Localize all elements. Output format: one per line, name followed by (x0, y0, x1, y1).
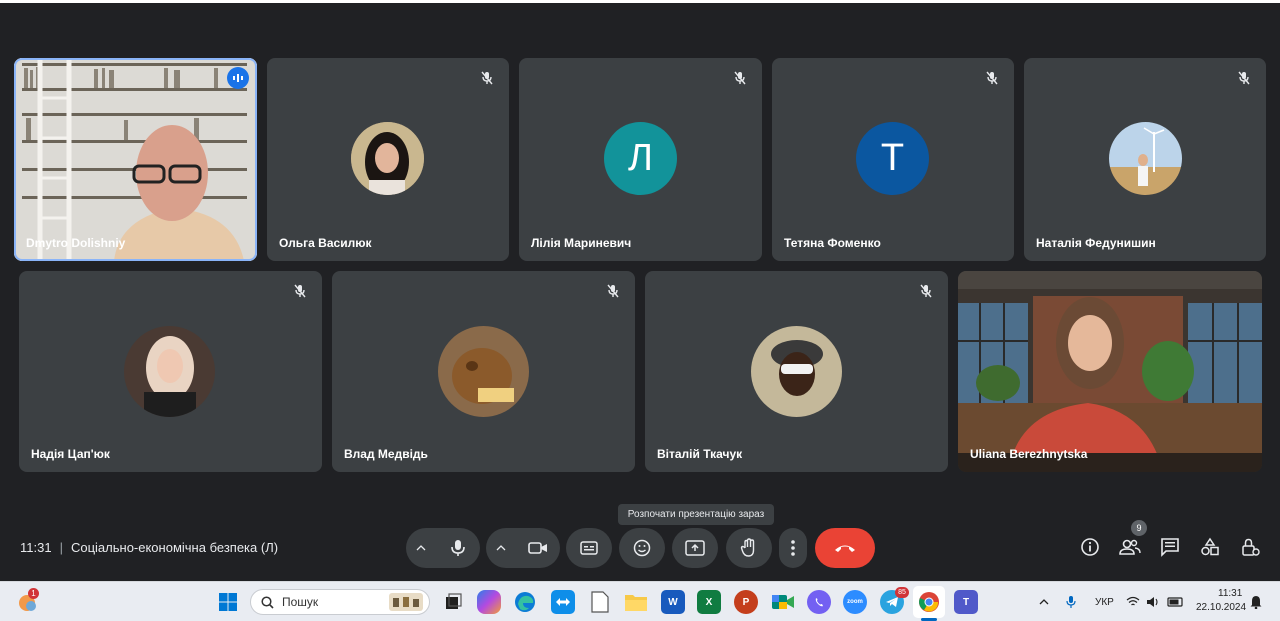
tray-status-icons[interactable] (1125, 590, 1185, 614)
meeting-info: 11:31 | Соціально-економічна безпека (Л) (20, 540, 278, 555)
more-options-icon[interactable] (779, 528, 807, 568)
participant-tile-dmytro[interactable]: Dmytro Dolishniy (14, 58, 257, 261)
raise-hand-icon[interactable] (726, 528, 772, 568)
chat-icon[interactable] (1159, 536, 1181, 558)
viber-icon[interactable] (807, 590, 831, 614)
tray-microphone-icon[interactable] (1062, 590, 1080, 614)
muted-mic-icon (730, 68, 750, 88)
participant-name: Тетяна Фоменко (784, 236, 881, 250)
muted-mic-icon (603, 281, 623, 301)
input-language[interactable]: УКР (1095, 597, 1114, 608)
emoji-icon[interactable] (619, 528, 665, 568)
microphone-icon[interactable] (436, 539, 480, 557)
participant-tile-nadiia[interactable]: Надія Цап'юк (19, 271, 322, 472)
participant-name: Надія Цап'юк (31, 447, 110, 461)
participant-tile-vlad[interactable]: Влад Медвідь (332, 271, 635, 472)
muted-mic-icon (290, 281, 310, 301)
captions-icon[interactable] (566, 528, 612, 568)
video-feed-dmytro (14, 58, 257, 261)
speaking-indicator-icon (227, 67, 249, 89)
file-explorer-icon[interactable] (624, 590, 648, 614)
hang-up-icon (835, 545, 855, 552)
participant-name: Наталія Федунишин (1036, 236, 1156, 250)
present-screen-icon[interactable] (672, 528, 718, 568)
microphone-control (406, 528, 480, 568)
chrome-icon[interactable] (917, 590, 941, 614)
muted-mic-icon (982, 68, 1002, 88)
notification-badge: 1 (28, 588, 39, 599)
teamviewer-icon[interactable] (551, 590, 575, 614)
clock-date[interactable]: 22.10.2024 (1196, 602, 1246, 613)
muted-mic-icon (1234, 68, 1254, 88)
windows-start-icon[interactable] (216, 590, 240, 614)
participant-name: Uliana Berezhnytska (970, 447, 1088, 461)
taskbar-search[interactable]: Пошук (250, 589, 430, 615)
people-count-badge: 9 (1131, 520, 1147, 536)
bottom-control-bar: 11:31 | Соціально-економічна безпека (Л) (0, 526, 1280, 570)
notepad-icon[interactable] (588, 590, 612, 614)
avatar-initial-liliia: Л (604, 122, 677, 195)
edge-icon[interactable] (513, 590, 537, 614)
teams-icon[interactable]: T (954, 590, 978, 614)
avatar-vlad (438, 326, 529, 417)
video-feed-uliana (958, 271, 1262, 472)
participant-tile-tetiana[interactable]: Т Тетяна Фоменко (772, 58, 1014, 261)
participant-name: Dmytro Dolishniy (26, 236, 126, 250)
participant-name: Влад Медвідь (344, 447, 428, 461)
participant-name: Ольга Василюк (279, 236, 372, 250)
participant-tile-uliana[interactable]: Uliana Berezhnytska (958, 271, 1262, 472)
search-icon (261, 595, 274, 609)
participant-tile-liliia[interactable]: Л Лілія Мариневич (519, 58, 762, 261)
avatar-nataliia (1109, 122, 1182, 195)
activities-icon[interactable] (1199, 536, 1221, 558)
tray-overflow-chevron-icon[interactable] (1036, 590, 1052, 614)
participant-tile-nataliia[interactable]: Наталія Федунишин (1024, 58, 1266, 261)
telegram-unread-badge: 85 (895, 587, 909, 598)
muted-mic-icon (916, 281, 936, 301)
participant-name: Віталій Ткачук (657, 447, 743, 461)
top-strip (0, 0, 1280, 3)
people-icon[interactable] (1119, 536, 1141, 558)
notification-bell-icon[interactable] (1248, 590, 1264, 614)
meet-window: Dmytro Dolishniy Ольга Василюк Л Лілія М… (0, 0, 1280, 581)
excel-icon[interactable]: X (697, 590, 721, 614)
participant-tile-vitalii[interactable]: Віталій Ткачук (645, 271, 948, 472)
powerpoint-icon[interactable]: P (734, 590, 758, 614)
avatar-olha (351, 122, 424, 195)
camera-control (486, 528, 560, 568)
video-options-caret-icon[interactable] (486, 545, 516, 551)
muted-mic-icon (477, 68, 497, 88)
participant-name: Лілія Мариневич (531, 236, 632, 250)
windows-taskbar: 1 Пошук W X P zoom 85 T УКР 11:31 22.10.… (0, 581, 1280, 621)
avatar-initial-tetiana: Т (856, 122, 929, 195)
avatar-nadiia (124, 326, 215, 417)
meeting-time: 11:31 (20, 540, 52, 555)
camera-icon[interactable] (516, 541, 560, 555)
info-icon[interactable] (1079, 536, 1101, 558)
host-controls-icon[interactable] (1239, 536, 1261, 558)
separator: | (59, 540, 63, 555)
search-placeholder: Пошук (282, 595, 319, 609)
search-highlight-icon (389, 593, 423, 611)
hang-up-button[interactable] (815, 528, 875, 568)
zoom-icon[interactable]: zoom (843, 590, 867, 614)
meeting-title: Соціально-економічна безпека (Л) (70, 540, 279, 555)
present-tooltip: Розпочати презентацію зараз (618, 504, 774, 525)
task-view-icon[interactable] (441, 590, 465, 614)
participant-tile-olha[interactable]: Ольга Василюк (267, 58, 509, 261)
clock-time[interactable]: 11:31 (1218, 588, 1242, 599)
word-icon[interactable]: W (661, 590, 685, 614)
google-meet-icon[interactable] (771, 590, 795, 614)
avatar-vitalii (751, 326, 842, 417)
audio-options-caret-icon[interactable] (406, 545, 436, 551)
copilot-icon[interactable] (477, 590, 501, 614)
